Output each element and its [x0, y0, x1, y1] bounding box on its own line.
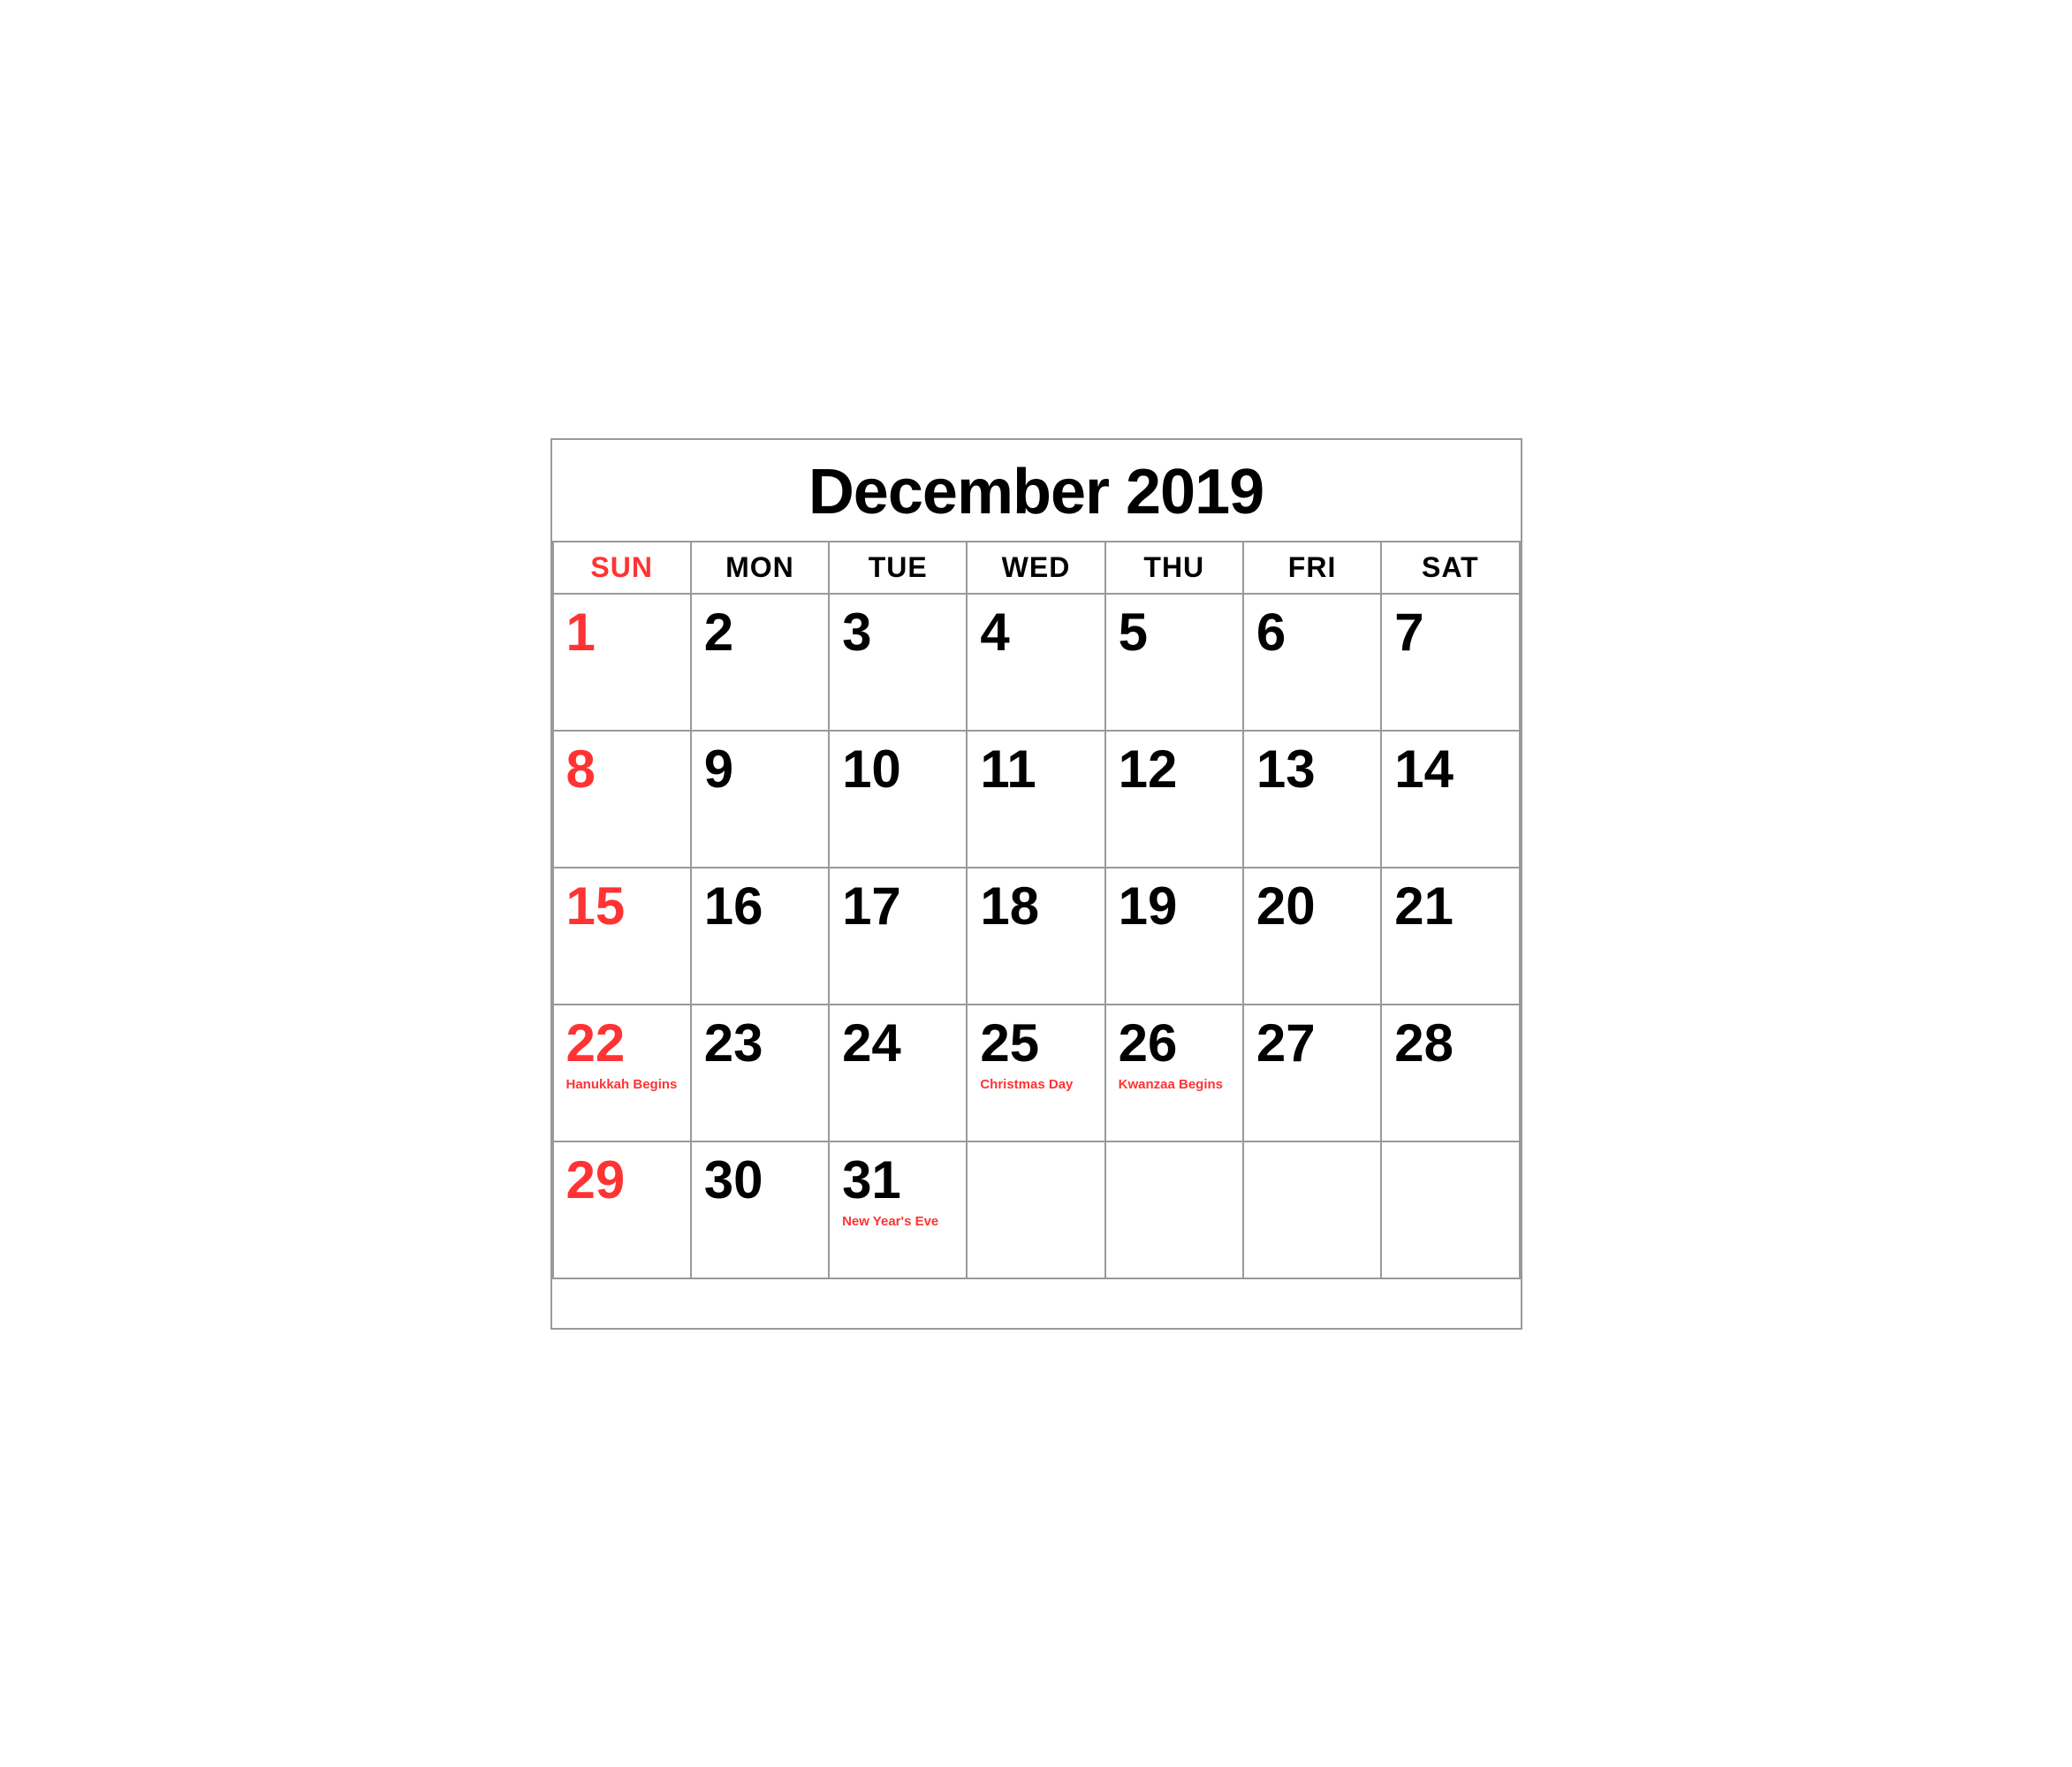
day-number: 11: [980, 740, 1091, 799]
day-number: 17: [842, 877, 953, 936]
day-cell: 10: [830, 732, 968, 868]
day-cell: 23: [692, 1005, 830, 1142]
day-number: 12: [1119, 740, 1230, 799]
day-cell: 4: [968, 595, 1105, 732]
day-cell: 28: [1382, 1005, 1520, 1142]
day-cell: 30: [692, 1142, 830, 1279]
day-number: 24: [842, 1014, 953, 1073]
day-number: 18: [980, 877, 1091, 936]
day-number: 2: [704, 603, 816, 662]
event-label: New Year's Eve: [842, 1213, 953, 1231]
day-cell: 8: [554, 732, 692, 868]
event-label: Christmas Day: [980, 1076, 1091, 1094]
day-cell: 12: [1106, 732, 1244, 868]
day-cell: 29: [554, 1142, 692, 1279]
day-number: 5: [1119, 603, 1230, 662]
day-number: 25: [980, 1014, 1091, 1073]
day-cell: 11: [968, 732, 1105, 868]
calendar-grid: SUNMONTUEWEDTHUFRISAT1234567891011121314…: [552, 542, 1521, 1279]
day-cell: 9: [692, 732, 830, 868]
day-number: 27: [1256, 1014, 1368, 1073]
day-header-mon: MON: [692, 542, 830, 595]
day-number: 23: [704, 1014, 816, 1073]
day-cell: [1382, 1142, 1520, 1279]
day-cell: 16: [692, 868, 830, 1005]
day-cell: 27: [1244, 1005, 1382, 1142]
day-number: 7: [1394, 603, 1506, 662]
day-header-tue: TUE: [830, 542, 968, 595]
day-cell: 3: [830, 595, 968, 732]
event-label: Hanukkah Begins: [566, 1076, 678, 1094]
calendar-title: December 2019: [552, 440, 1521, 542]
day-cell: 18: [968, 868, 1105, 1005]
day-number: 6: [1256, 603, 1368, 662]
day-cell: 7: [1382, 595, 1520, 732]
day-cell: [1244, 1142, 1382, 1279]
day-cell: 2: [692, 595, 830, 732]
day-cell: 20: [1244, 868, 1382, 1005]
day-header-thu: THU: [1106, 542, 1244, 595]
day-cell: [1106, 1142, 1244, 1279]
day-cell: 17: [830, 868, 968, 1005]
day-cell: [968, 1142, 1105, 1279]
day-header-sun: SUN: [554, 542, 692, 595]
day-number: 28: [1394, 1014, 1506, 1073]
day-cell: 26 Kwanzaa Begins: [1106, 1005, 1244, 1142]
day-number: 14: [1394, 740, 1506, 799]
day-number: 9: [704, 740, 816, 799]
day-number: 1: [566, 603, 678, 662]
day-cell: 5: [1106, 595, 1244, 732]
day-number: 29: [566, 1151, 678, 1210]
day-cell: 13: [1244, 732, 1382, 868]
footer-row: [552, 1279, 1521, 1328]
day-number: 16: [704, 877, 816, 936]
day-cell: 21: [1382, 868, 1520, 1005]
day-number: 26: [1119, 1014, 1230, 1073]
day-cell: 6: [1244, 595, 1382, 732]
day-number: 3: [842, 603, 953, 662]
day-number: 19: [1119, 877, 1230, 936]
day-cell: 24: [830, 1005, 968, 1142]
day-header-fri: FRI: [1244, 542, 1382, 595]
day-cell: 1: [554, 595, 692, 732]
day-header-sat: SAT: [1382, 542, 1520, 595]
day-cell: 14: [1382, 732, 1520, 868]
day-number: 20: [1256, 877, 1368, 936]
day-number: 8: [566, 740, 678, 799]
day-number: 4: [980, 603, 1091, 662]
day-number: 31: [842, 1151, 953, 1210]
day-number: 13: [1256, 740, 1368, 799]
day-number: 10: [842, 740, 953, 799]
day-cell: 25 Christmas Day: [968, 1005, 1105, 1142]
day-number: 21: [1394, 877, 1506, 936]
day-cell: 22 Hanukkah Begins: [554, 1005, 692, 1142]
day-header-wed: WED: [968, 542, 1105, 595]
day-number: 15: [566, 877, 678, 936]
day-cell: 15: [554, 868, 692, 1005]
day-cell: 31 New Year's Eve: [830, 1142, 968, 1279]
day-cell: 19: [1106, 868, 1244, 1005]
event-label: Kwanzaa Begins: [1119, 1076, 1230, 1094]
day-number: 30: [704, 1151, 816, 1210]
day-number: 22: [566, 1014, 678, 1073]
calendar: December 2019 SUNMONTUEWEDTHUFRISAT12345…: [550, 438, 1522, 1330]
